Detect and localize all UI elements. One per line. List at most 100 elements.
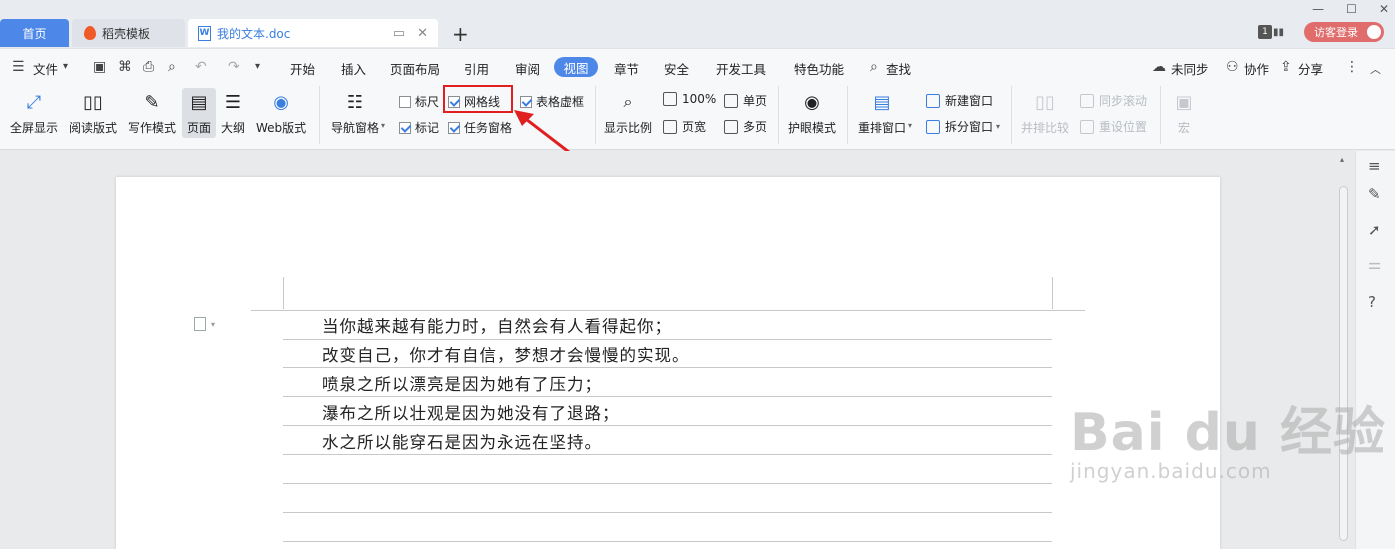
- zoom-100-button[interactable]: 100%: [663, 92, 716, 106]
- zoom-100-icon: [663, 92, 677, 106]
- rearrange-windows-button[interactable]: ▤ 重排窗口: [858, 90, 906, 136]
- menu-start[interactable]: 开始: [290, 59, 315, 78]
- eye-icon: ◉: [804, 91, 820, 113]
- guest-login-button[interactable]: 访客登录: [1304, 22, 1384, 42]
- menu-file[interactable]: 文件: [33, 59, 58, 78]
- split-window-button[interactable]: 拆分窗口 ▾: [926, 118, 1000, 135]
- paragraph-layout-icon[interactable]: [194, 317, 206, 331]
- page-icon: ▤: [190, 91, 208, 113]
- tab-home[interactable]: 首页: [0, 19, 69, 47]
- minimize-icon[interactable]: —: [1312, 2, 1324, 16]
- window-count-badge[interactable]: 1: [1258, 25, 1272, 39]
- new-tab-button[interactable]: +: [452, 22, 469, 46]
- reset-position-icon: [1080, 119, 1094, 134]
- save-icon[interactable]: ▣: [93, 59, 106, 75]
- gridline: [283, 425, 1052, 426]
- share-icon[interactable]: ⇪: [1280, 59, 1292, 75]
- file-dropdown-icon[interactable]: ▾: [63, 61, 68, 72]
- close-window-icon[interactable]: ✕: [1379, 2, 1389, 16]
- doc-text-line[interactable]: 改变自己，你才有自信，梦想才会慢慢的实现。: [322, 342, 690, 366]
- window-float-icon[interactable]: ▭: [393, 26, 405, 41]
- menu-sections[interactable]: 章节: [614, 59, 639, 78]
- document-page[interactable]: ▾ 当你越来越有能力时，自然会有人看得起你； 改变自己，你才有自信，梦想才会慢慢…: [116, 177, 1220, 549]
- split-window-icon: [926, 119, 940, 134]
- sidebar-menu-icon[interactable]: ≡: [1368, 157, 1381, 175]
- avatar-icon: [1367, 25, 1381, 39]
- sync-scroll-button[interactable]: 同步滚动: [1080, 92, 1147, 109]
- cloud-sync-icon[interactable]: ☁: [1152, 59, 1166, 75]
- gridline: [283, 367, 1052, 368]
- tab-document[interactable]: W 我的文本.doc ▭ ✕: [188, 19, 438, 47]
- book-icon: ▯▯: [83, 91, 103, 113]
- page-layout-button[interactable]: ▤ 页面: [182, 88, 216, 138]
- doc-text-line[interactable]: 水之所以能穿石是因为永远在坚持。: [322, 429, 602, 453]
- undo-icon[interactable]: ↶: [195, 59, 207, 75]
- gridline: [283, 483, 1052, 484]
- adjust-sliders-icon[interactable]: ⚌: [1368, 255, 1381, 273]
- fullscreen-button[interactable]: ⤢ 全屏显示: [10, 90, 58, 136]
- side-by-side-button[interactable]: ▯▯ 并排比较: [1021, 90, 1069, 136]
- menu-search[interactable]: 查找: [886, 59, 911, 78]
- format-painter-icon[interactable]: ⌘: [118, 59, 132, 75]
- menu-review[interactable]: 审阅: [515, 59, 540, 78]
- menu-special-features[interactable]: 特色功能: [794, 59, 844, 78]
- maximize-icon[interactable]: ☐: [1346, 2, 1357, 16]
- menu-insert[interactable]: 插入: [341, 59, 366, 78]
- web-layout-button[interactable]: ◉ Web版式: [256, 90, 306, 136]
- menu-page-layout[interactable]: 页面布局: [390, 59, 440, 78]
- menu-view[interactable]: 视图: [554, 57, 598, 77]
- nav-pane-dropdown-icon[interactable]: ▾: [381, 121, 385, 130]
- gridlines-highlight: [443, 85, 513, 113]
- new-window-button[interactable]: 新建窗口: [926, 92, 993, 109]
- print-icon[interactable]: ⎙: [143, 59, 154, 75]
- collapse-ribbon-icon[interactable]: ︿: [1370, 61, 1381, 77]
- menu-references[interactable]: 引用: [464, 59, 489, 78]
- scroll-up-icon[interactable]: ▴: [1340, 155, 1344, 164]
- writing-mode-button[interactable]: ✎ 写作模式: [128, 90, 176, 136]
- help-icon[interactable]: ?: [1368, 293, 1376, 311]
- rearrange-dropdown-icon[interactable]: ▾: [908, 121, 912, 130]
- menu-bar: ☰ 文件 ▾ ▣ ⌘ ⎙ ⌕ ↶ ↷ ▾ 开始 插入 页面布局 引用 审阅 视图…: [0, 48, 1395, 82]
- redo-icon[interactable]: ↷: [228, 59, 240, 75]
- gridline: [283, 396, 1052, 397]
- marks-checkbox[interactable]: 标记: [399, 119, 439, 136]
- task-pane-checkbox[interactable]: 任务窗格: [448, 119, 512, 136]
- multi-page-button[interactable]: 多页: [724, 118, 767, 135]
- reading-layout-button[interactable]: ▯▯ 阅读版式: [69, 90, 117, 136]
- sync-status[interactable]: 未同步: [1171, 59, 1209, 78]
- gridline: [283, 454, 1052, 455]
- reset-position-button[interactable]: 重设位置: [1080, 118, 1147, 135]
- search-icon[interactable]: ⌕: [870, 59, 878, 75]
- multi-page-icon: [724, 119, 738, 134]
- nav-pane-button[interactable]: ☷ 导航窗格: [331, 90, 379, 136]
- collab-button[interactable]: 协作: [1244, 59, 1269, 78]
- paragraph-dropdown-icon[interactable]: ▾: [211, 320, 215, 329]
- print-preview-icon[interactable]: ⌕: [168, 59, 176, 75]
- page-width-button[interactable]: 页宽: [663, 118, 706, 135]
- more-options-icon[interactable]: ⋮: [1345, 59, 1359, 75]
- doc-text-line[interactable]: 瀑布之所以壮观是因为她没有了退路；: [322, 400, 620, 424]
- web-icon: ◉: [273, 91, 289, 113]
- select-cursor-icon[interactable]: ➚: [1368, 221, 1381, 239]
- doc-text-line[interactable]: 当你越来越有能力时，自然会有人看得起你；: [322, 313, 672, 337]
- split-window-dropdown-icon[interactable]: ▾: [996, 122, 1000, 131]
- macro-button[interactable]: ▣ 宏: [1172, 90, 1196, 136]
- menu-dev-tools[interactable]: 开发工具: [716, 59, 766, 78]
- customize-toolbar-icon[interactable]: ▾: [255, 61, 260, 72]
- tab-daoke-template[interactable]: 稻壳模板: [72, 19, 185, 47]
- eye-protection-button[interactable]: ◉ 护眼模式: [788, 90, 836, 136]
- close-tab-icon[interactable]: ✕: [417, 26, 428, 41]
- window-list-icon[interactable]: ▮▮: [1273, 27, 1284, 38]
- word-doc-icon: W: [198, 25, 211, 41]
- vertical-scrollbar[interactable]: [1339, 186, 1348, 541]
- hamburger-menu-icon[interactable]: ☰: [12, 59, 25, 75]
- doc-text-line[interactable]: 喷泉之所以漂亮是因为她有了压力；: [322, 371, 602, 395]
- ruler-checkbox[interactable]: 标尺: [399, 93, 439, 110]
- single-page-button[interactable]: 单页: [724, 92, 767, 109]
- zoom-button[interactable]: ⌕ 显示比例: [604, 90, 652, 136]
- share-button[interactable]: 分享: [1298, 59, 1323, 78]
- collab-icon[interactable]: ⚇: [1226, 59, 1239, 75]
- menu-security[interactable]: 安全: [664, 59, 689, 78]
- outline-button[interactable]: ☰ 大纲: [221, 90, 245, 136]
- edit-pen-icon[interactable]: ✎: [1368, 185, 1381, 203]
